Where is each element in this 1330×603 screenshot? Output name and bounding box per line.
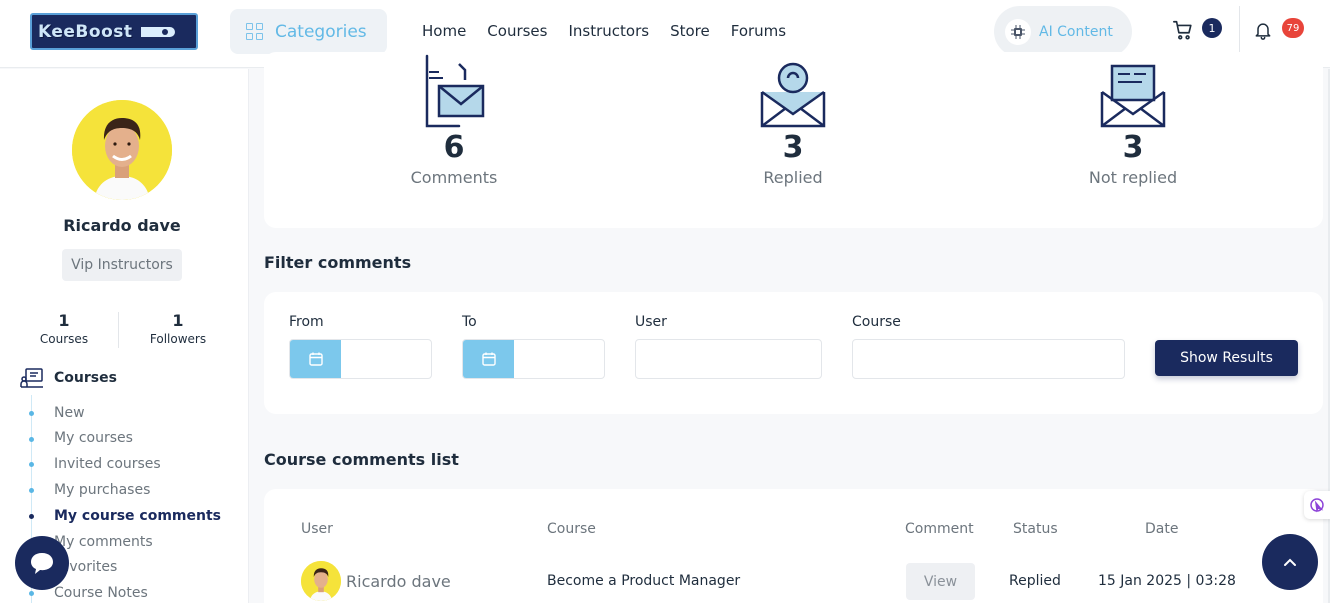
column-header-user: User	[301, 521, 333, 537]
course-select[interactable]	[852, 339, 1125, 379]
to-label: To	[462, 314, 477, 330]
nav-forums[interactable]: Forums	[731, 22, 786, 40]
comments-list-card: User Course Comment Status Date Ricardo …	[264, 489, 1323, 603]
sidebar-item-my-comments[interactable]: My comments	[54, 534, 153, 550]
menu-dot-active	[29, 514, 34, 519]
menu-dot	[29, 411, 34, 416]
column-header-status: Status	[1013, 521, 1058, 537]
sidebar: Ricardo dave Vip Instructors 1 Courses 1…	[0, 69, 249, 603]
user-input[interactable]	[635, 339, 822, 379]
main-nav: Home Courses Instructors Store Forums	[422, 22, 786, 40]
followers-stat: 1 Followers	[138, 311, 218, 346]
ai-content-button[interactable]: AI Content	[994, 6, 1132, 57]
nav-courses[interactable]: Courses	[487, 22, 547, 40]
column-header-date: Date	[1145, 521, 1179, 537]
course-label: Course	[852, 314, 901, 330]
envelope-reply-icon	[693, 52, 893, 128]
sidebar-item-new[interactable]: New	[54, 405, 85, 421]
followers-count: 1	[172, 311, 184, 330]
avatar[interactable]	[72, 100, 172, 200]
grid-icon	[246, 23, 263, 40]
row-date: 15 Jan 2025 | 03:28	[1098, 573, 1236, 589]
column-header-comment: Comment	[905, 521, 974, 537]
sidebar-item-my-purchases[interactable]: My purchases	[54, 482, 150, 498]
show-results-button[interactable]: Show Results	[1155, 340, 1298, 376]
sidebar-section-label: Courses	[54, 370, 117, 386]
menu-dot	[29, 591, 34, 596]
from-label: From	[289, 314, 324, 330]
user-label: User	[635, 314, 667, 330]
nav-store[interactable]: Store	[670, 22, 710, 40]
stat-value: 3	[782, 130, 804, 165]
chevron-up-icon	[1284, 558, 1296, 566]
cart-count-badge: 1	[1202, 18, 1222, 38]
bell-icon[interactable]	[1253, 19, 1273, 45]
menu-dot	[29, 488, 34, 493]
nav-instructors[interactable]: Instructors	[568, 22, 649, 40]
categories-button[interactable]: Categories	[230, 9, 387, 54]
envelope-doc-icon	[354, 52, 554, 128]
stat-not-replied: 3 Not replied	[1033, 52, 1233, 187]
sidebar-item-my-courses[interactable]: My courses	[54, 430, 133, 446]
envelope-letter-icon	[1033, 52, 1233, 128]
row-user-name: Ricardo dave	[346, 572, 451, 591]
row-course: Become a Product Manager	[547, 573, 741, 589]
categories-label: Categories	[275, 21, 367, 42]
courses-count: 1	[58, 311, 70, 330]
stat-value: 3	[1122, 130, 1144, 165]
row-status: Replied	[1009, 573, 1061, 589]
stat-replied: 3 Replied	[693, 52, 893, 187]
stats-card: 6 Comments 3 Replied 3 Not replied	[264, 52, 1323, 228]
followers-stat-label: Followers	[149, 332, 207, 346]
cart-icon[interactable]	[1172, 19, 1194, 45]
ai-content-label: AI Content	[1039, 23, 1113, 40]
stat-label: Replied	[763, 168, 823, 187]
stat-label: Not replied	[1088, 168, 1178, 187]
notification-count-badge: 79	[1282, 18, 1304, 38]
to-date-field[interactable]	[462, 339, 605, 379]
avatar	[301, 561, 341, 601]
sidebar-item-course-notes[interactable]: Course Notes	[54, 585, 148, 601]
chip-icon	[1005, 18, 1031, 45]
site-logo[interactable]: KeeBoost	[30, 13, 198, 50]
filter-title: Filter comments	[264, 253, 412, 272]
header-divider	[1239, 6, 1240, 56]
stat-label: Comments	[410, 168, 498, 187]
chat-bubble-icon	[31, 553, 53, 574]
nav-home[interactable]: Home	[422, 22, 466, 40]
column-header-course: Course	[547, 521, 596, 537]
board-icon	[20, 368, 43, 388]
calendar-icon[interactable]	[290, 340, 341, 378]
filter-card: From To User Course Show Results	[264, 292, 1323, 414]
cursor-icon[interactable]	[1304, 491, 1330, 519]
sidebar-section-courses[interactable]: Courses	[20, 367, 117, 389]
menu-dot	[29, 437, 34, 442]
calendar-icon[interactable]	[463, 340, 514, 378]
stats-divider	[118, 312, 119, 348]
sidebar-item-invited-courses[interactable]: Invited courses	[54, 456, 161, 472]
scroll-top-button[interactable]	[1262, 534, 1318, 590]
courses-stat: 1 Courses	[24, 311, 104, 346]
sidebar-item-my-course-comments[interactable]: My course comments	[54, 508, 221, 524]
list-title: Course comments list	[264, 450, 459, 469]
rocket-icon	[137, 24, 179, 40]
logo-text: KeeBoost	[38, 21, 133, 42]
courses-stat-label: Courses	[39, 332, 89, 346]
view-comment-button[interactable]: View	[906, 563, 975, 600]
profile-badge: Vip Instructors	[62, 249, 182, 281]
stat-value: 6	[443, 130, 465, 165]
from-date-field[interactable]	[289, 339, 432, 379]
chat-button[interactable]	[15, 536, 69, 590]
stat-comments: 6 Comments	[354, 52, 554, 187]
menu-dot	[29, 462, 34, 467]
profile-name: Ricardo dave	[63, 216, 181, 235]
